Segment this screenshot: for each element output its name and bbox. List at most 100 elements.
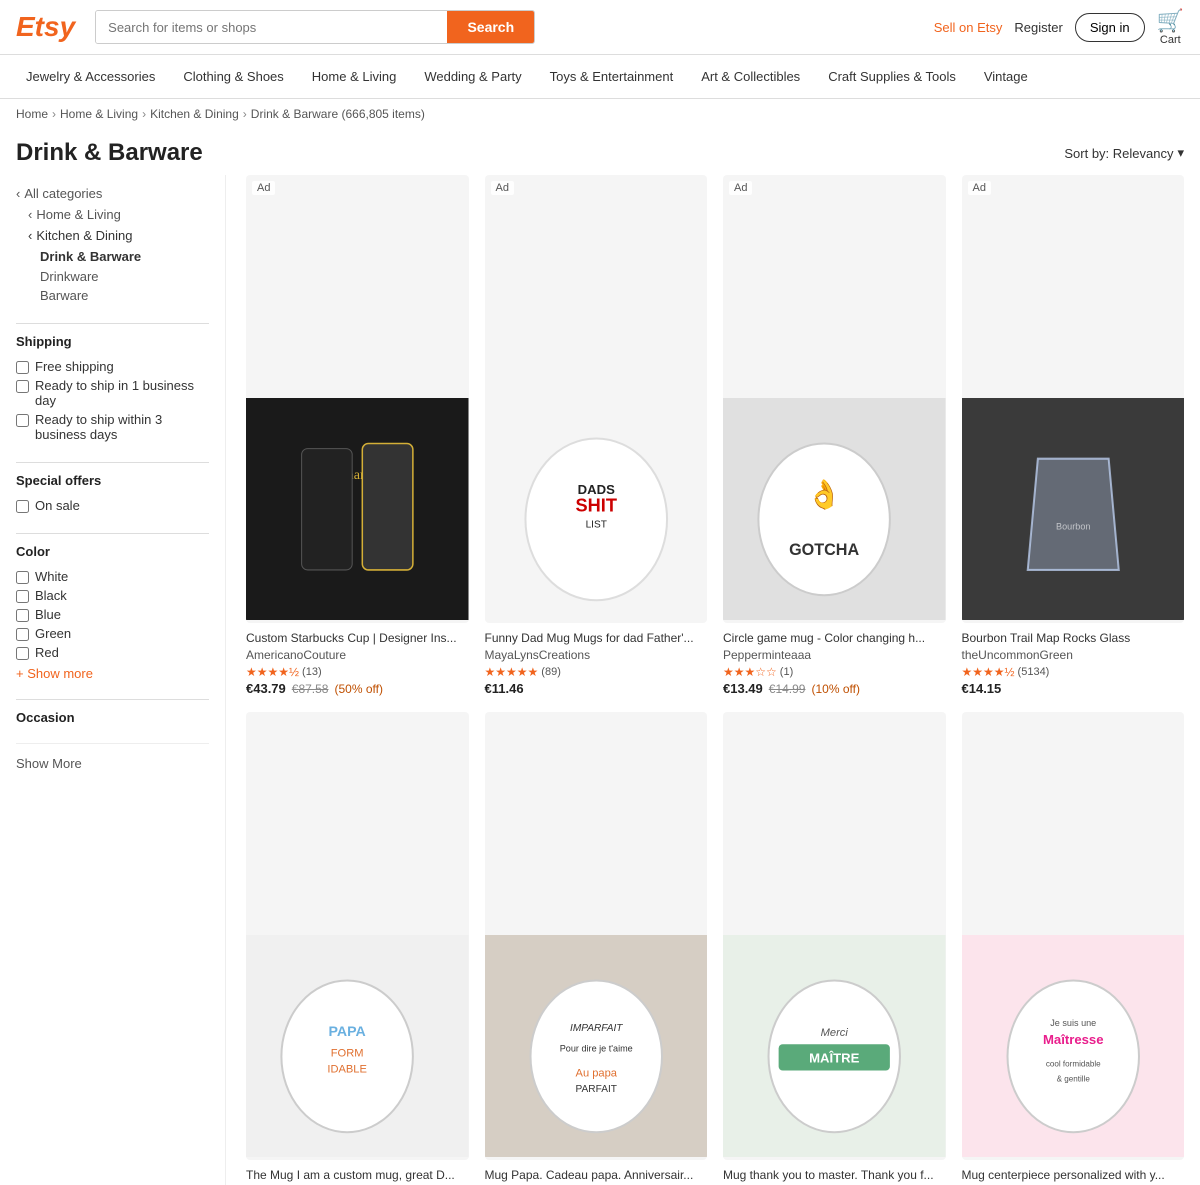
product-card[interactable]: AdChanelLVD&GCustom Starbucks Cup | Desi… [246,175,469,696]
register-link[interactable]: Register [1014,20,1062,35]
on-sale-checkbox[interactable]: On sale [16,496,209,515]
svg-text:& gentille: & gentille [1056,1074,1090,1083]
product-shop: AmericanoCouture [246,648,469,662]
chevron-left-icon-2: ‹ [28,207,32,222]
nav-item-toys---entertainment[interactable]: Toys & Entertainment [536,55,688,98]
ship-1day-checkbox[interactable]: Ready to ship in 1 business day [16,376,209,410]
sidebar-divider-1 [16,323,209,324]
price-discount: (50% off) [334,682,382,696]
etsy-logo[interactable]: Etsy [16,11,75,43]
color-red-input[interactable] [16,647,29,660]
nav-item-art---collectibles[interactable]: Art & Collectibles [687,55,814,98]
svg-text:IDABLE: IDABLE [327,1063,367,1075]
product-card[interactable]: Merci MAÎTRE Mug thank you to master. Than… [723,712,946,1185]
sell-on-etsy-link[interactable]: Sell on Etsy [934,20,1003,35]
search-button[interactable]: Search [447,11,534,43]
nav-item-wedding---party[interactable]: Wedding & Party [410,55,535,98]
color-green-checkbox[interactable]: Green [16,624,209,643]
breadcrumb-home[interactable]: Home [16,107,48,121]
color-green-input[interactable] [16,628,29,641]
sidebar-divider-3 [16,533,209,534]
color-blue-checkbox[interactable]: Blue [16,605,209,624]
svg-text:GOTCHA: GOTCHA [789,540,859,558]
cart-icon: 🛒 [1157,8,1184,34]
svg-text:Au papa: Au papa [575,1067,617,1079]
color-white-checkbox[interactable]: White [16,567,209,586]
price-row: €43.79 €87.58 (50% off) [246,681,469,696]
color-black-checkbox[interactable]: Black [16,586,209,605]
product-image-wrap: AdGOTCHA👌 [723,175,946,623]
show-more-button[interactable]: Show More [16,756,82,771]
free-shipping-input[interactable] [16,361,29,374]
sidebar-divider-4 [16,699,209,700]
review-count: (89) [541,666,561,678]
nav-item-clothing---shoes[interactable]: Clothing & Shoes [169,55,297,98]
color-blue-input[interactable] [16,609,29,622]
product-card[interactable]: AdDADSSHITLISTFunny Dad Mug Mugs for dad… [485,175,708,696]
price-main: €43.79 [246,681,286,696]
breadcrumb-home-living[interactable]: Home & Living [60,107,138,121]
price-main: €13.49 [723,681,763,696]
ship-3days-checkbox[interactable]: Ready to ship within 3 business days [16,410,209,444]
nav-item-jewelry---accessories[interactable]: Jewelry & Accessories [12,55,169,98]
product-image-wrap: AdChanelLVD&G [246,175,469,623]
kitchen-dining-link[interactable]: ‹ Kitchen & Dining [16,225,209,246]
svg-text:Je suis une: Je suis une [1050,1018,1096,1028]
product-stars: ★★★☆☆(1) [723,665,946,679]
product-shop: Pepperminteaaa [723,648,946,662]
color-red-checkbox[interactable]: Red [16,643,209,662]
breadcrumb-current: Drink & Barware (666,805 items) [251,107,425,121]
category-section: ‹ All categories ‹ Home & Living ‹ Kitch… [16,183,209,305]
product-stars: ★★★★½(13) [246,665,469,679]
nav-item-craft-supplies---tools[interactable]: Craft Supplies & Tools [814,55,970,98]
signin-button[interactable]: Sign in [1075,13,1145,42]
product-card[interactable]: PAPAFORMIDABLEThe Mug I am a custom mug,… [246,712,469,1185]
price-main: €11.46 [485,681,524,696]
color-title: Color [16,544,209,559]
sort-by-dropdown[interactable]: Sort by: Relevancy ▾ [1064,145,1184,161]
shipping-section: Shipping Free shipping Ready to ship in … [16,334,209,444]
nav-item-vintage[interactable]: Vintage [970,55,1042,98]
color-white-input[interactable] [16,571,29,584]
product-card[interactable]: AdGOTCHA👌Circle game mug - Color changin… [723,175,946,696]
color-show-more-link[interactable]: + Show more [16,666,209,681]
product-title: Bourbon Trail Map Rocks Glass [962,631,1185,645]
ad-badge: Ad [491,181,514,195]
nav-item-home---living[interactable]: Home & Living [298,55,411,98]
ship-3days-input[interactable] [16,414,29,427]
cart-button[interactable]: 🛒 Cart [1157,8,1184,46]
barware-link[interactable]: Barware [16,286,209,305]
svg-text:Bourbon: Bourbon [1056,521,1090,531]
page-title: Drink & Barware [16,139,203,167]
review-count: (5134) [1018,666,1050,678]
product-card[interactable]: IMPARFAITPour dire je t'aimeAu papaPARFA… [485,712,708,1185]
chevron-left-icon-3: ‹ [28,228,32,243]
svg-text:PAPA: PAPA [329,1023,366,1039]
color-black-input[interactable] [16,590,29,603]
breadcrumb-sep-2: › [142,107,146,121]
chevron-left-icon: ‹ [16,186,20,201]
svg-text:Merci: Merci [821,1027,849,1039]
page-title-row: Drink & Barware Sort by: Relevancy ▾ [0,129,1200,175]
product-card[interactable]: Je suis uneMaîtressecool formidable& gen… [962,712,1185,1185]
search-input[interactable] [96,11,447,43]
product-shop: theUncommonGreen [962,648,1185,662]
drinkware-link[interactable]: Drinkware [16,267,209,286]
home-living-link[interactable]: ‹ Home & Living [16,204,209,225]
svg-text:FORM: FORM [331,1047,364,1059]
drink-barware-link[interactable]: Drink & Barware [16,246,209,267]
ad-badge: Ad [729,181,752,195]
svg-text:Pour dire je t'aime: Pour dire je t'aime [559,1043,632,1053]
on-sale-input[interactable] [16,500,29,513]
free-shipping-checkbox[interactable]: Free shipping [16,357,209,376]
product-title: Mug thank you to master. Thank you f... [723,1168,946,1182]
all-categories-link[interactable]: ‹ All categories [16,183,209,204]
product-card[interactable]: AdBourbonBourbon Trail Map Rocks Glassth… [962,175,1185,696]
svg-text:MAÎTRE: MAÎTRE [809,1050,860,1065]
product-image-wrap: PAPA FORM IDABLE [246,712,469,1160]
ad-badge: Ad [252,181,275,195]
price-main: €14.15 [962,681,1002,696]
breadcrumb-kitchen-dining[interactable]: Kitchen & Dining [150,107,239,121]
price-original: €87.58 [292,682,329,696]
ship-1day-input[interactable] [16,380,29,393]
